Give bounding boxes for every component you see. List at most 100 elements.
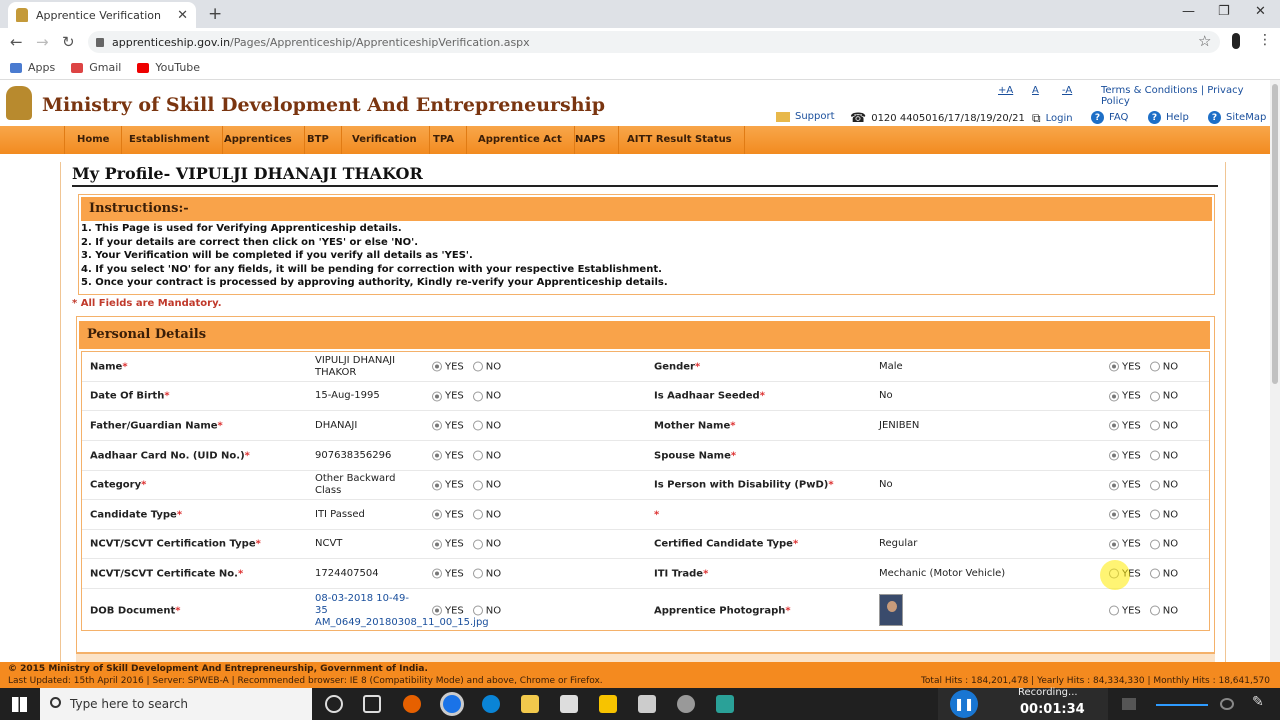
bookmark-apps[interactable]: Apps <box>10 61 55 74</box>
bookmark-youtube[interactable]: YouTube <box>137 61 200 74</box>
left-no-radio[interactable] <box>472 568 483 579</box>
right-no-radio[interactable] <box>1149 568 1160 579</box>
left-no-radio[interactable] <box>472 509 483 520</box>
yes-label: YES <box>445 479 464 491</box>
menu-apprentices[interactable]: Apprentices <box>212 126 305 154</box>
left-yes-radio[interactable] <box>432 391 442 401</box>
right-yes-radio[interactable] <box>1109 361 1119 372</box>
menu-verification[interactable]: Verification <box>340 126 430 154</box>
sitemap-link[interactable]: ? SiteMap <box>1208 111 1266 124</box>
field-label: NCVT/SCVT Certificate No.* <box>90 568 243 579</box>
left-radio-group: YES NO <box>432 568 501 579</box>
webcam-icon[interactable] <box>1220 698 1234 710</box>
no-label: NO <box>1162 420 1179 431</box>
terms-link[interactable]: Terms & Conditions <box>1101 85 1198 96</box>
pen-icon[interactable]: ✎ <box>1252 694 1268 710</box>
maximize-button[interactable]: ❐ <box>1218 4 1230 19</box>
menu-establishment[interactable]: Establishment <box>117 126 223 154</box>
font-decrease-link[interactable]: -A <box>1062 85 1072 96</box>
support-link[interactable]: Support <box>776 111 835 122</box>
left-yes-radio[interactable] <box>432 450 442 461</box>
yes-label: YES <box>445 538 464 550</box>
mail-app-icon[interactable] <box>560 695 578 713</box>
right-yes-radio[interactable] <box>1109 605 1119 616</box>
left-no-radio[interactable] <box>472 420 483 431</box>
address-bar[interactable]: apprenticeship.gov.in/Pages/Apprenticesh… <box>88 31 1220 53</box>
right-no-radio[interactable] <box>1149 361 1160 372</box>
screen-recorder-icon[interactable] <box>716 695 734 713</box>
close-tab-icon[interactable]: ✕ <box>177 8 188 23</box>
forward-icon[interactable]: → <box>36 33 49 51</box>
faq-link[interactable]: ? FAQ <box>1091 111 1128 124</box>
left-no-radio[interactable] <box>472 450 483 461</box>
right-yes-radio[interactable] <box>1109 480 1119 490</box>
right-no-radio[interactable] <box>1149 420 1160 431</box>
left-no-radio[interactable] <box>472 605 483 616</box>
dob-document-link[interactable]: 08-03-2018 10-49-35 AM_0649_20180308_11_… <box>315 593 489 629</box>
table-row: NCVT/SCVT Certification Type* NCVT YES NO Ce… <box>82 530 1209 559</box>
left-yes-radio[interactable] <box>432 480 442 490</box>
chrome-icon[interactable] <box>443 695 461 713</box>
right-no-radio[interactable] <box>1149 480 1160 490</box>
bookmark-gmail[interactable]: Gmail <box>71 61 121 74</box>
browser-menu-icon[interactable]: ⋮ <box>1258 32 1272 48</box>
left-yes-radio[interactable] <box>432 568 442 579</box>
volume-slider[interactable] <box>1156 704 1208 706</box>
menu-aitt-result-status[interactable]: AITT Result Status <box>615 126 745 154</box>
menu-tpa[interactable]: TPA <box>421 126 467 154</box>
menu-apprentice-act[interactable]: Apprentice Act <box>466 126 575 154</box>
right-yes-radio[interactable] <box>1109 450 1119 461</box>
app-icon[interactable] <box>677 695 695 713</box>
right-no-radio[interactable] <box>1149 450 1160 461</box>
taskbar-search[interactable]: Type here to search <box>40 688 312 720</box>
reload-icon[interactable]: ↻ <box>62 33 75 51</box>
bookmark-star-icon[interactable]: ☆ <box>1198 32 1211 50</box>
required-asterisk: * <box>828 479 834 491</box>
minimize-button[interactable]: — <box>1182 4 1195 19</box>
firefox-icon[interactable] <box>403 695 421 713</box>
file-explorer-icon[interactable] <box>521 695 539 713</box>
extension-icon[interactable] <box>1232 33 1240 49</box>
right-no-radio[interactable] <box>1149 539 1160 549</box>
edge-icon[interactable] <box>482 695 500 713</box>
login-link[interactable]: ⧉ Login <box>1032 111 1073 126</box>
store-icon[interactable] <box>599 695 617 713</box>
task-view-icon[interactable] <box>363 695 381 713</box>
left-yes-radio[interactable] <box>432 420 442 431</box>
help-link[interactable]: ? Help <box>1148 111 1189 124</box>
menu-naps[interactable]: NAPS <box>563 126 619 154</box>
calculator-icon[interactable] <box>638 695 656 713</box>
left-no-radio[interactable] <box>472 480 483 490</box>
cortana-icon[interactable] <box>325 695 343 713</box>
font-increase-link[interactable]: +A <box>998 85 1013 96</box>
new-tab-button[interactable]: + <box>208 4 222 24</box>
pause-recording-button[interactable]: ❚❚ <box>950 690 978 718</box>
right-yes-radio[interactable] <box>1109 420 1119 431</box>
back-icon[interactable]: ← <box>10 33 23 51</box>
windows-start-icon[interactable] <box>12 697 27 712</box>
menu-btp[interactable]: BTP <box>295 126 342 154</box>
close-window-button[interactable]: ✕ <box>1255 4 1266 19</box>
right-radio-group: YES NO <box>1109 509 1178 520</box>
right-yes-radio[interactable] <box>1109 391 1119 401</box>
right-no-radio[interactable] <box>1149 391 1160 401</box>
field-value: Mechanic (Motor Vehicle) <box>879 567 1006 579</box>
right-no-radio[interactable] <box>1149 605 1160 616</box>
font-normal-link[interactable]: A <box>1032 85 1039 96</box>
left-no-radio[interactable] <box>472 361 483 372</box>
right-no-radio[interactable] <box>1149 509 1160 520</box>
left-yes-radio[interactable] <box>432 539 442 549</box>
right-yes-radio[interactable] <box>1109 509 1119 520</box>
left-no-radio[interactable] <box>472 391 483 401</box>
left-yes-radio[interactable] <box>432 361 442 372</box>
menu-home[interactable]: Home <box>64 126 123 154</box>
left-no-radio[interactable] <box>472 539 483 549</box>
left-yes-radio[interactable] <box>432 509 442 520</box>
left-yes-radio[interactable] <box>432 605 442 616</box>
scrollbar-thumb[interactable] <box>1272 84 1278 384</box>
url-text[interactable]: apprenticeship.gov.in/Pages/Apprenticesh… <box>112 36 530 49</box>
page-scrollbar[interactable] <box>1270 80 1280 662</box>
right-yes-radio[interactable] <box>1109 539 1119 549</box>
no-label: NO <box>1162 479 1179 491</box>
browser-tab[interactable]: Apprentice Verification ✕ <box>8 2 196 28</box>
